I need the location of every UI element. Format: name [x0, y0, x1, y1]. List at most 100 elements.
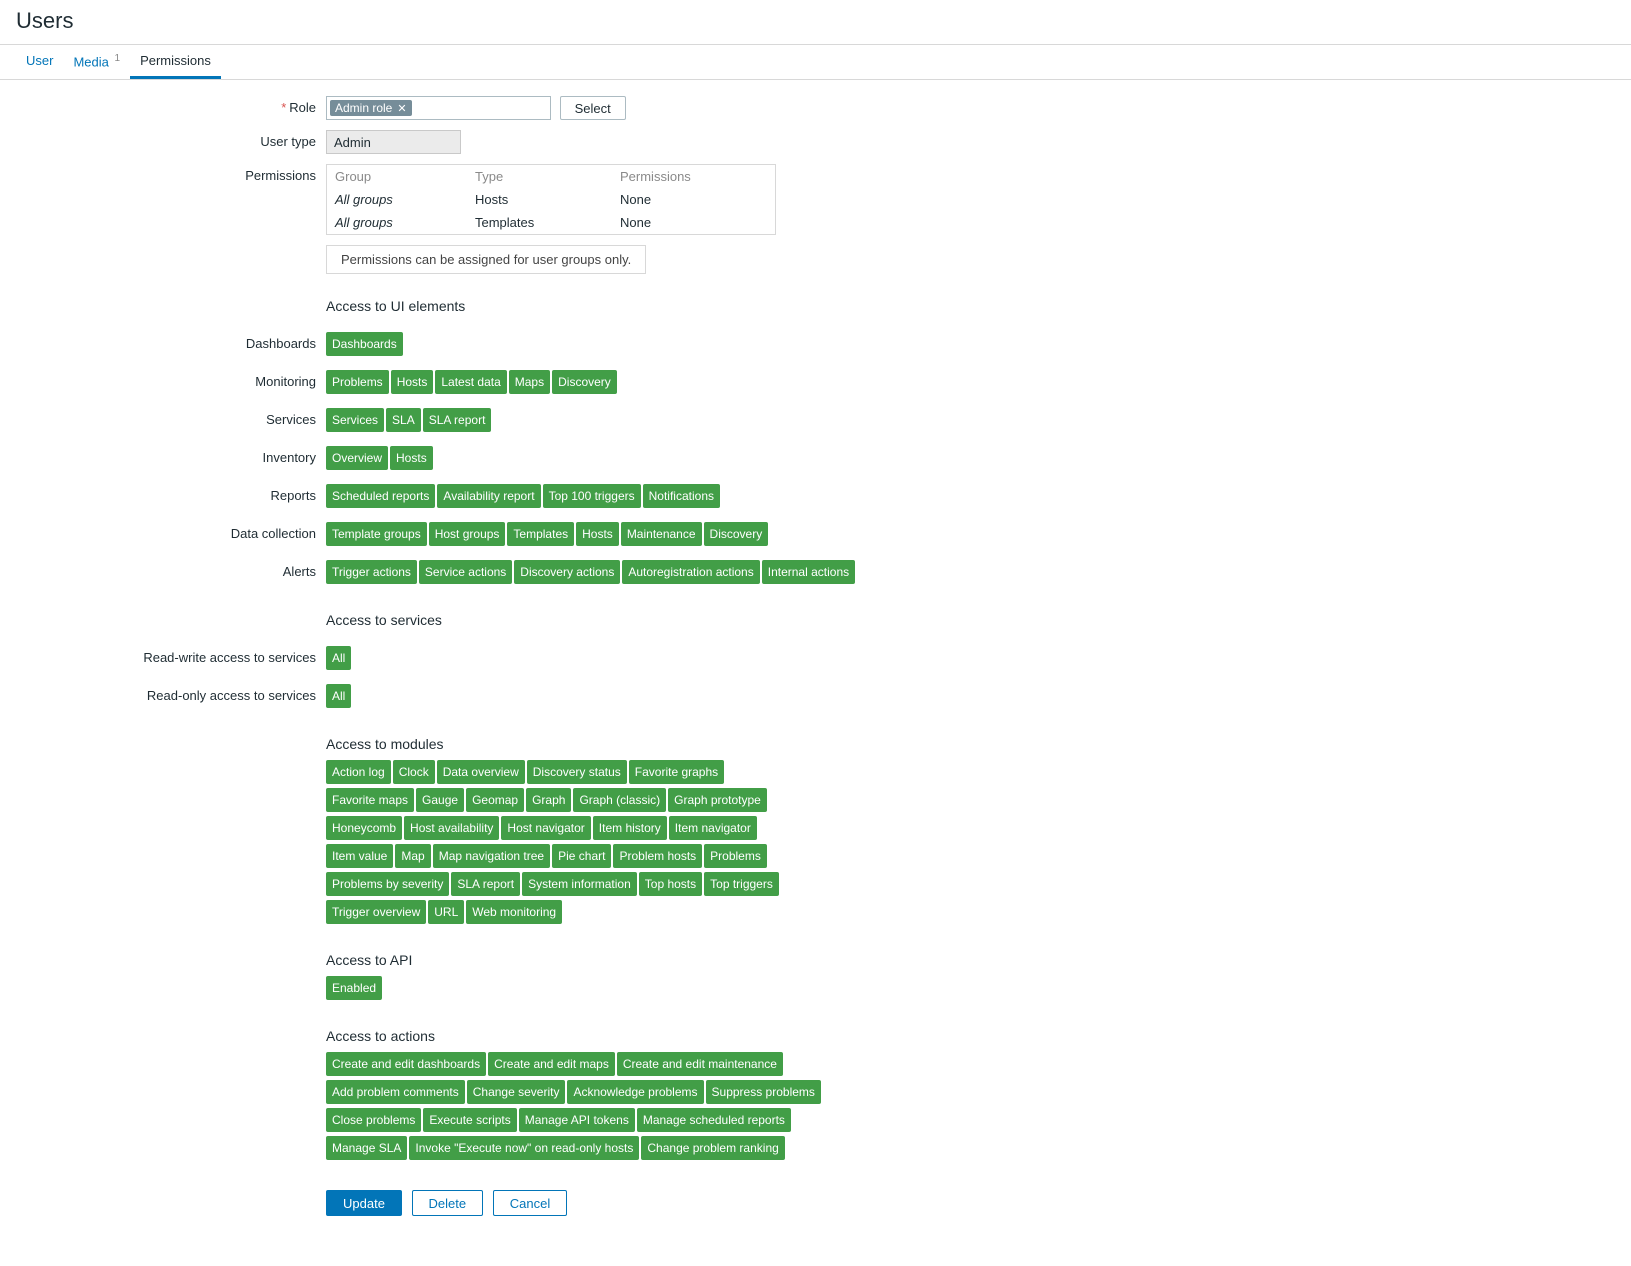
tags-modules: Action logClockData overviewDiscovery st…	[326, 760, 786, 928]
permission-tag: Discovery	[704, 522, 769, 546]
table-header: Group Type Permissions	[327, 165, 775, 188]
col-type-header: Type	[475, 169, 620, 184]
permission-tag: Data overview	[437, 760, 525, 784]
section-actions: Access to actions	[326, 1028, 1226, 1044]
permission-tag: Scheduled reports	[326, 484, 435, 508]
permissions-note: Permissions can be assigned for user gro…	[326, 245, 646, 274]
permission-tag: Item navigator	[669, 816, 757, 840]
tab-media[interactable]: Media 1	[63, 45, 130, 79]
page-title: Users	[16, 8, 1615, 34]
permission-tag: Web monitoring	[466, 900, 562, 924]
table-row: All groups Templates None	[327, 211, 775, 234]
permission-tag: Honeycomb	[326, 816, 402, 840]
permission-tag: Problems	[326, 370, 389, 394]
tags-data-collection: Template groupsHost groupsTemplatesHosts…	[326, 522, 1226, 550]
permission-tag: Maintenance	[621, 522, 702, 546]
tags-inventory: OverviewHosts	[326, 446, 1226, 474]
tab-permissions[interactable]: Permissions	[130, 45, 221, 79]
role-select-button[interactable]: Select	[560, 96, 626, 120]
label-inventory: Inventory	[263, 450, 316, 465]
permission-tag: Host navigator	[501, 816, 590, 840]
permission-tag: Service actions	[419, 560, 512, 584]
permission-tag: Clock	[393, 760, 435, 784]
permission-tag: Graph prototype	[668, 788, 767, 812]
tags-api: Enabled	[326, 976, 1226, 1004]
permission-tag: Latest data	[435, 370, 506, 394]
label-user-type: User type	[260, 134, 316, 149]
permission-tag: Favorite maps	[326, 788, 414, 812]
permission-tag: Host availability	[404, 816, 499, 840]
label-permissions: Permissions	[245, 168, 316, 183]
delete-button[interactable]: Delete	[412, 1190, 484, 1216]
permission-tag: SLA report	[451, 872, 520, 896]
permission-tag: Manage API tokens	[519, 1108, 635, 1132]
permission-tag: Pie chart	[552, 844, 611, 868]
label-monitoring: Monitoring	[255, 374, 316, 389]
permission-tag: URL	[428, 900, 464, 924]
label-services: Services	[266, 412, 316, 427]
permission-tag: Availability report	[437, 484, 540, 508]
permission-tag: Graph (classic)	[573, 788, 666, 812]
permission-tag: Dashboards	[326, 332, 403, 356]
permissions-table: Group Type Permissions All groups Hosts …	[326, 164, 776, 235]
section-services: Access to services	[326, 612, 1226, 628]
permission-tag: SLA report	[423, 408, 492, 432]
label-reports: Reports	[270, 488, 316, 503]
permission-tag: Problems	[704, 844, 767, 868]
permission-tag: Internal actions	[762, 560, 855, 584]
cell-type: Hosts	[475, 192, 620, 207]
label-ro-services: Read-only access to services	[147, 688, 316, 703]
permission-tag: Problems by severity	[326, 872, 449, 896]
cell-perm: None	[620, 215, 750, 230]
tab-media-label: Media	[73, 54, 108, 69]
role-tag: Admin role ✕	[330, 100, 412, 116]
table-row: All groups Hosts None	[327, 188, 775, 211]
permission-tag: Add problem comments	[326, 1080, 465, 1104]
permission-tag: Discovery status	[527, 760, 627, 784]
permission-tag: Manage scheduled reports	[637, 1108, 791, 1132]
label-dashboards: Dashboards	[246, 336, 316, 351]
permission-tag: Suppress problems	[706, 1080, 821, 1104]
permission-tag: Templates	[507, 522, 574, 546]
permission-tag: Top hosts	[639, 872, 702, 896]
permission-tag: Favorite graphs	[629, 760, 724, 784]
cell-perm: None	[620, 192, 750, 207]
permission-tag: Enabled	[326, 976, 382, 1000]
permission-tag: Map navigation tree	[433, 844, 550, 868]
permission-tag: Maps	[509, 370, 550, 394]
permission-tag: Discovery actions	[514, 560, 620, 584]
permission-tag: Execute scripts	[423, 1108, 516, 1132]
tag-ro-all: All	[326, 684, 351, 708]
permission-tag: Invoke "Execute now" on read-only hosts	[409, 1136, 639, 1160]
permission-tag: Overview	[326, 446, 388, 470]
tab-media-count: 1	[115, 53, 121, 64]
permission-tag: Item value	[326, 844, 393, 868]
permission-tag: Services	[326, 408, 384, 432]
permission-tag: Acknowledge problems	[567, 1080, 703, 1104]
permission-tag: Geomap	[466, 788, 524, 812]
form-area: *Role Admin role ✕ Select User type Admi…	[0, 80, 1631, 1266]
tags-reports: Scheduled reportsAvailability reportTop …	[326, 484, 1226, 512]
role-multiselect[interactable]: Admin role ✕	[326, 96, 551, 120]
tags-services: ServicesSLASLA report	[326, 408, 1226, 436]
permission-tag: Change problem ranking	[641, 1136, 784, 1160]
update-button[interactable]: Update	[326, 1190, 402, 1216]
cell-group: All groups	[335, 215, 393, 230]
tab-user[interactable]: User	[16, 45, 63, 79]
permission-tag: Graph	[526, 788, 571, 812]
tags-actions: Create and edit dashboardsCreate and edi…	[326, 1052, 846, 1164]
permission-tag: Hosts	[391, 370, 434, 394]
permission-tag: Create and edit dashboards	[326, 1052, 486, 1076]
label-role: Role	[289, 100, 316, 115]
permission-tag: Manage SLA	[326, 1136, 407, 1160]
permission-tag: Map	[395, 844, 430, 868]
permission-tag: Hosts	[576, 522, 619, 546]
col-permissions-header: Permissions	[620, 169, 750, 184]
tags-dashboards: Dashboards	[326, 332, 1226, 360]
permission-tag: Notifications	[643, 484, 720, 508]
permission-tag: Top 100 triggers	[543, 484, 641, 508]
permission-tag: Item history	[593, 816, 667, 840]
close-icon[interactable]: ✕	[397, 102, 406, 115]
cancel-button[interactable]: Cancel	[493, 1190, 567, 1216]
permission-tag: Close problems	[326, 1108, 421, 1132]
